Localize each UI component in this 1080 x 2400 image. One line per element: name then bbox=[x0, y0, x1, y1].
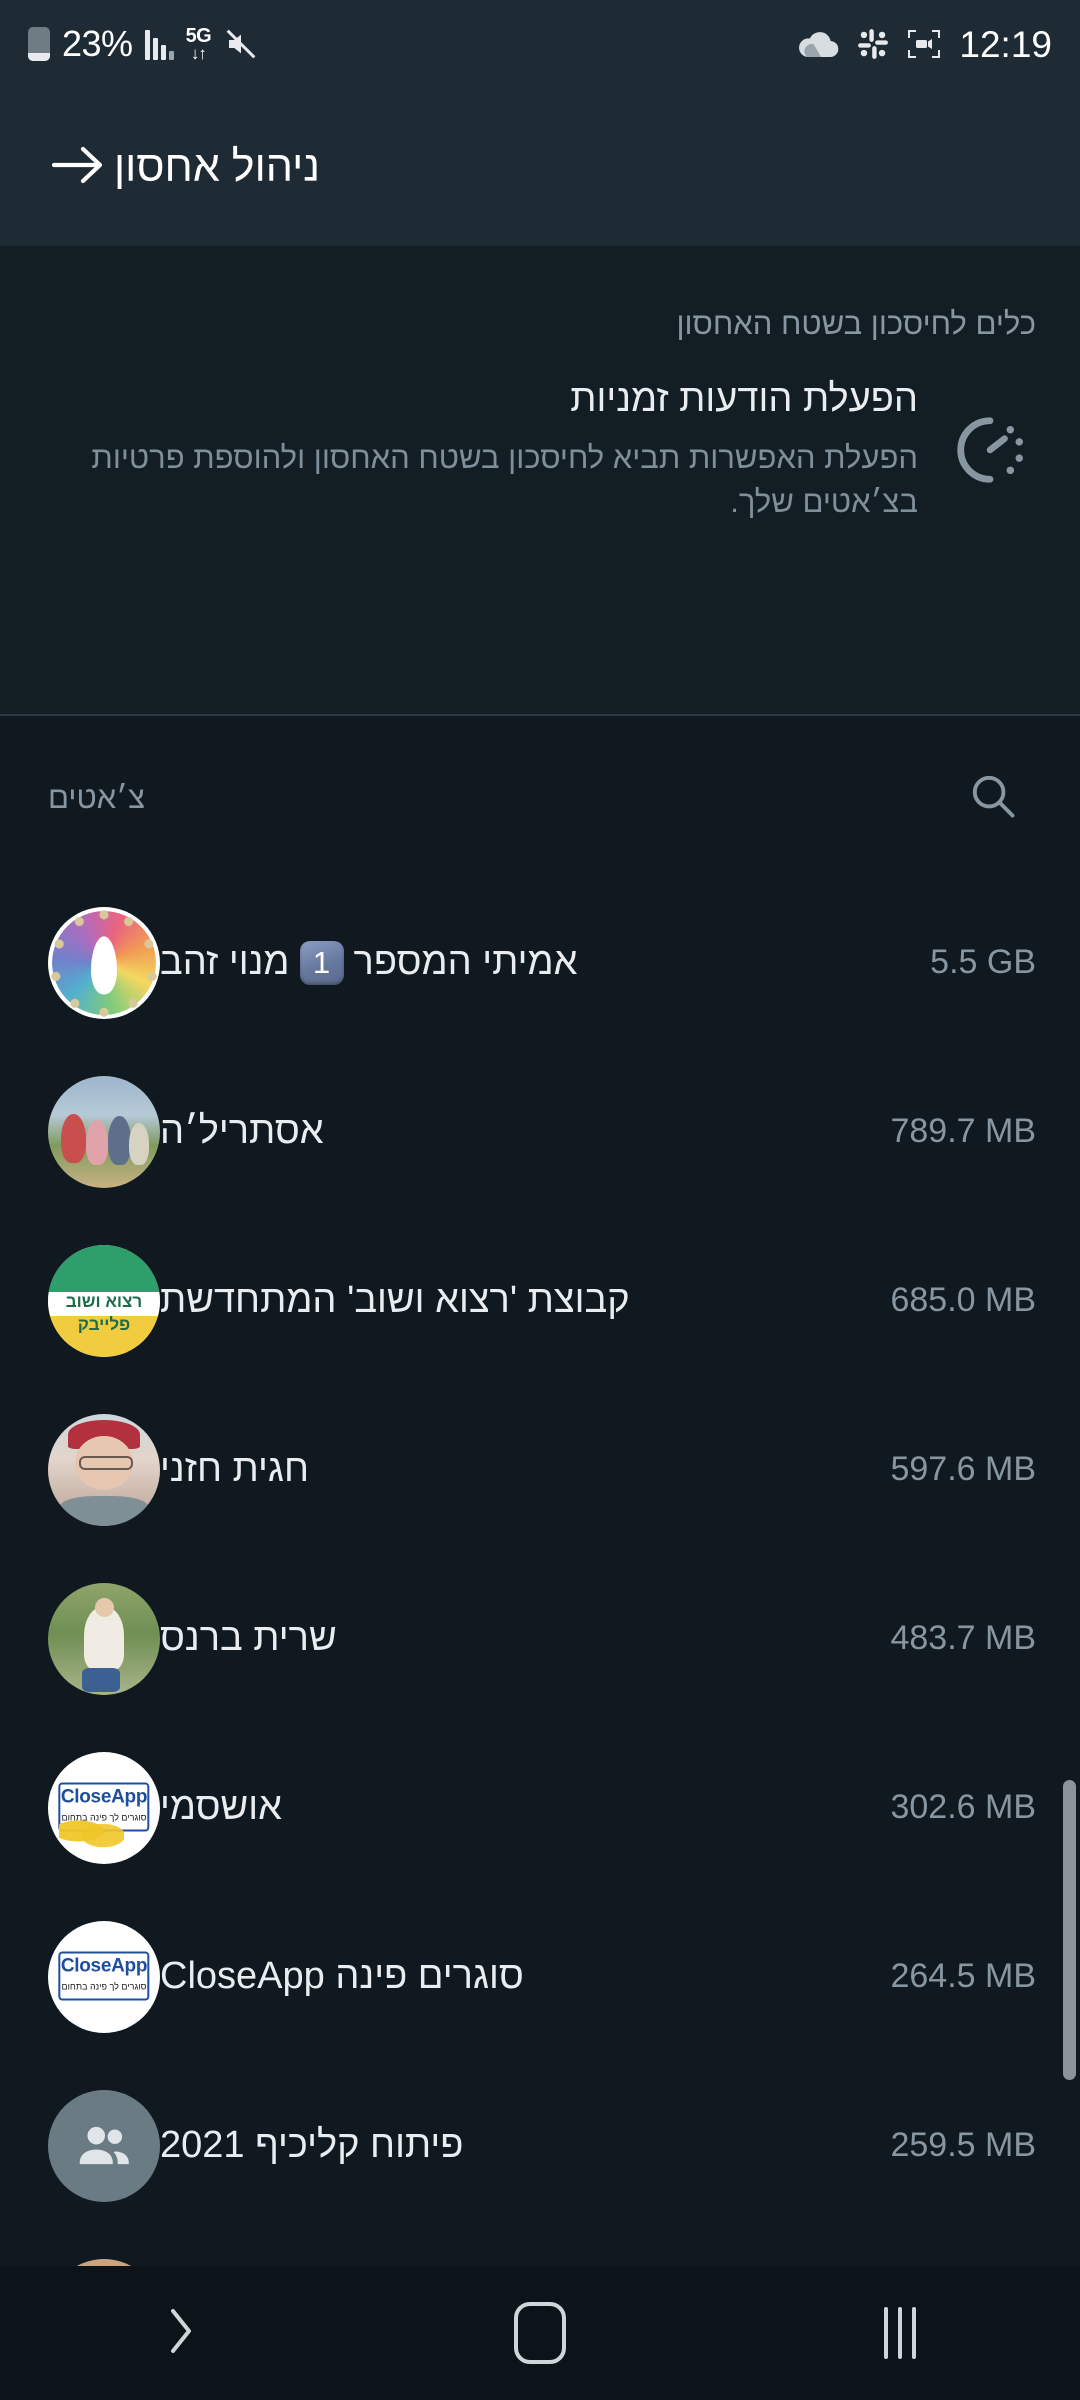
chat-name: חגית חזני bbox=[160, 1448, 309, 1490]
search-button[interactable] bbox=[954, 759, 1032, 837]
avatar-text-bottom: פלייבק bbox=[77, 1315, 131, 1335]
avatar: רצוא ושוב פלייבק bbox=[48, 1244, 160, 1357]
table-row[interactable]: שרית ברנס 483.7 MB bbox=[0, 1554, 1080, 1723]
table-row[interactable]: חגית חזני 597.6 MB bbox=[0, 1385, 1080, 1554]
chat-storage-size: 5.5 GB bbox=[930, 943, 1036, 981]
chevron-right-back-icon bbox=[157, 2303, 203, 2364]
disappearing-messages-timer-icon bbox=[944, 404, 1036, 496]
vertical-scrollbar[interactable] bbox=[1063, 1780, 1076, 2080]
chat-name: מנוי זהב 1 אמיתי המספר bbox=[160, 940, 930, 985]
chat-name: פיתוח קליכיף 2021 bbox=[160, 2124, 464, 2166]
avatar bbox=[48, 1413, 160, 1526]
recents-icon bbox=[884, 2307, 916, 2359]
avatar-text-top: CloseApp bbox=[60, 1955, 148, 1977]
chat-name-part-leading: מנוי זהב bbox=[160, 941, 290, 983]
volume-mute-icon bbox=[223, 28, 259, 60]
avatar: CloseApp סוגרים לך פינה בתחום bbox=[48, 1920, 160, 2033]
onedrive-cloud-icon bbox=[797, 29, 839, 59]
avatar bbox=[48, 1075, 160, 1188]
table-row[interactable]: רצוא ושוב פלייבק קבוצת 'רצוא ושוב' המתחד… bbox=[0, 1216, 1080, 1385]
chat-storage-size: 302.6 MB bbox=[890, 1788, 1036, 1826]
avatar: CloseApp סוגרים לך פינה בתחום bbox=[48, 1751, 160, 1864]
chats-section-header: צ׳אטים bbox=[0, 718, 1080, 878]
chat-name: קבוצת 'רצוא ושוב' המתחדשת bbox=[160, 1279, 630, 1321]
app-bar: ניהול אחסון bbox=[0, 88, 1080, 246]
table-row[interactable] bbox=[0, 2230, 1080, 2266]
table-row[interactable]: CloseApp סוגרים לך פינה בתחום אושסמי 302… bbox=[0, 1723, 1080, 1892]
chat-name: סוגרים פינה CloseApp bbox=[160, 1955, 524, 1997]
home-icon bbox=[514, 2302, 566, 2364]
status-bar-right-group: 12:19 bbox=[797, 26, 1052, 63]
avatar-text-top: CloseApp bbox=[60, 1786, 148, 1808]
storage-management-screen: 23% 5G ↓↑ 12:19 ניהול אחסון כלים לחיסכון… bbox=[0, 0, 1080, 2400]
table-row[interactable]: אסתריל׳ה 789.7 MB bbox=[0, 1047, 1080, 1216]
table-row[interactable]: מנוי זהב 1 אמיתי המספר 5.5 GB bbox=[0, 878, 1080, 1047]
recents-button[interactable] bbox=[830, 2266, 970, 2400]
status-bar: 23% 5G ↓↑ 12:19 bbox=[0, 0, 1080, 88]
card-kicker-label: כלים לחיסכון בשטח האחסון bbox=[676, 306, 1036, 341]
chats-section-label: צ׳אטים bbox=[48, 780, 145, 815]
battery-icon bbox=[28, 27, 50, 61]
signal-bars-icon bbox=[144, 28, 174, 60]
default-group-icon bbox=[73, 2115, 135, 2177]
network-type-icon: 5G ↓↑ bbox=[185, 25, 212, 63]
card-title: הפעלת הודעות זמניות bbox=[570, 378, 918, 420]
status-bar-left-group: 23% 5G ↓↑ bbox=[28, 26, 259, 62]
avatar bbox=[48, 2258, 160, 2266]
back-button[interactable] bbox=[42, 131, 114, 203]
screen-recorder-icon bbox=[907, 29, 941, 59]
card-subtitle: הפעלת האפשרות תביא לחיסכון בשטח האחסון ו… bbox=[91, 439, 918, 519]
keycap-one-emoji: 1 bbox=[299, 940, 344, 985]
back-nav-button[interactable] bbox=[110, 2266, 250, 2400]
chat-name: אסתריל׳ה bbox=[160, 1110, 324, 1152]
storage-saving-card[interactable]: כלים לחיסכון בשטח האחסון הפעלת הודעות זמ… bbox=[0, 246, 1080, 716]
chat-storage-size: 483.7 MB bbox=[890, 1619, 1036, 1657]
data-transfer-arrows-icon: ↓↑ bbox=[190, 44, 207, 63]
avatar bbox=[48, 906, 160, 1019]
home-button[interactable] bbox=[470, 2266, 610, 2400]
avatar bbox=[48, 2089, 160, 2202]
page-title: ניהול אחסון bbox=[114, 142, 321, 191]
clock-label: 12:19 bbox=[959, 23, 1052, 65]
avatar-text-bottom: סוגרים לך פינה בתחום bbox=[61, 1981, 147, 1992]
chat-storage-list[interactable]: מנוי זהב 1 אמיתי המספר 5.5 GB אסתריל׳ה 7… bbox=[0, 878, 1080, 2266]
system-navigation-bar bbox=[0, 2266, 1080, 2400]
chat-name-part-trailing: אמיתי המספר bbox=[353, 941, 578, 983]
avatar-text-bottom: סוגרים לך פינה בתחום bbox=[61, 1812, 147, 1823]
arrow-right-icon bbox=[50, 142, 106, 193]
card-body: הפעלת הודעות זמניות הפעלת האפשרות תביא ל… bbox=[44, 376, 1036, 524]
chat-storage-size: 789.7 MB bbox=[890, 1112, 1036, 1150]
card-text-block: הפעלת הודעות זמניות הפעלת האפשרות תביא ל… bbox=[44, 376, 918, 524]
chat-storage-size: 685.0 MB bbox=[890, 1281, 1036, 1319]
chat-storage-size: 264.5 MB bbox=[890, 1957, 1036, 1995]
slack-icon bbox=[857, 28, 889, 60]
chat-name: אושסמי bbox=[160, 1786, 282, 1828]
battery-percent-label: 23% bbox=[62, 23, 133, 64]
table-row[interactable]: CloseApp סוגרים לך פינה בתחום סוגרים פינ… bbox=[0, 1892, 1080, 2061]
avatar-text-top: רצוא ושוב bbox=[65, 1291, 143, 1311]
chat-storage-size: 597.6 MB bbox=[890, 1450, 1036, 1488]
chat-name: שרית ברנס bbox=[160, 1617, 337, 1659]
chat-storage-size: 259.5 MB bbox=[890, 2126, 1036, 2164]
avatar bbox=[48, 1582, 160, 1695]
search-icon bbox=[967, 770, 1019, 827]
table-row[interactable]: פיתוח קליכיף 2021 259.5 MB bbox=[0, 2061, 1080, 2230]
